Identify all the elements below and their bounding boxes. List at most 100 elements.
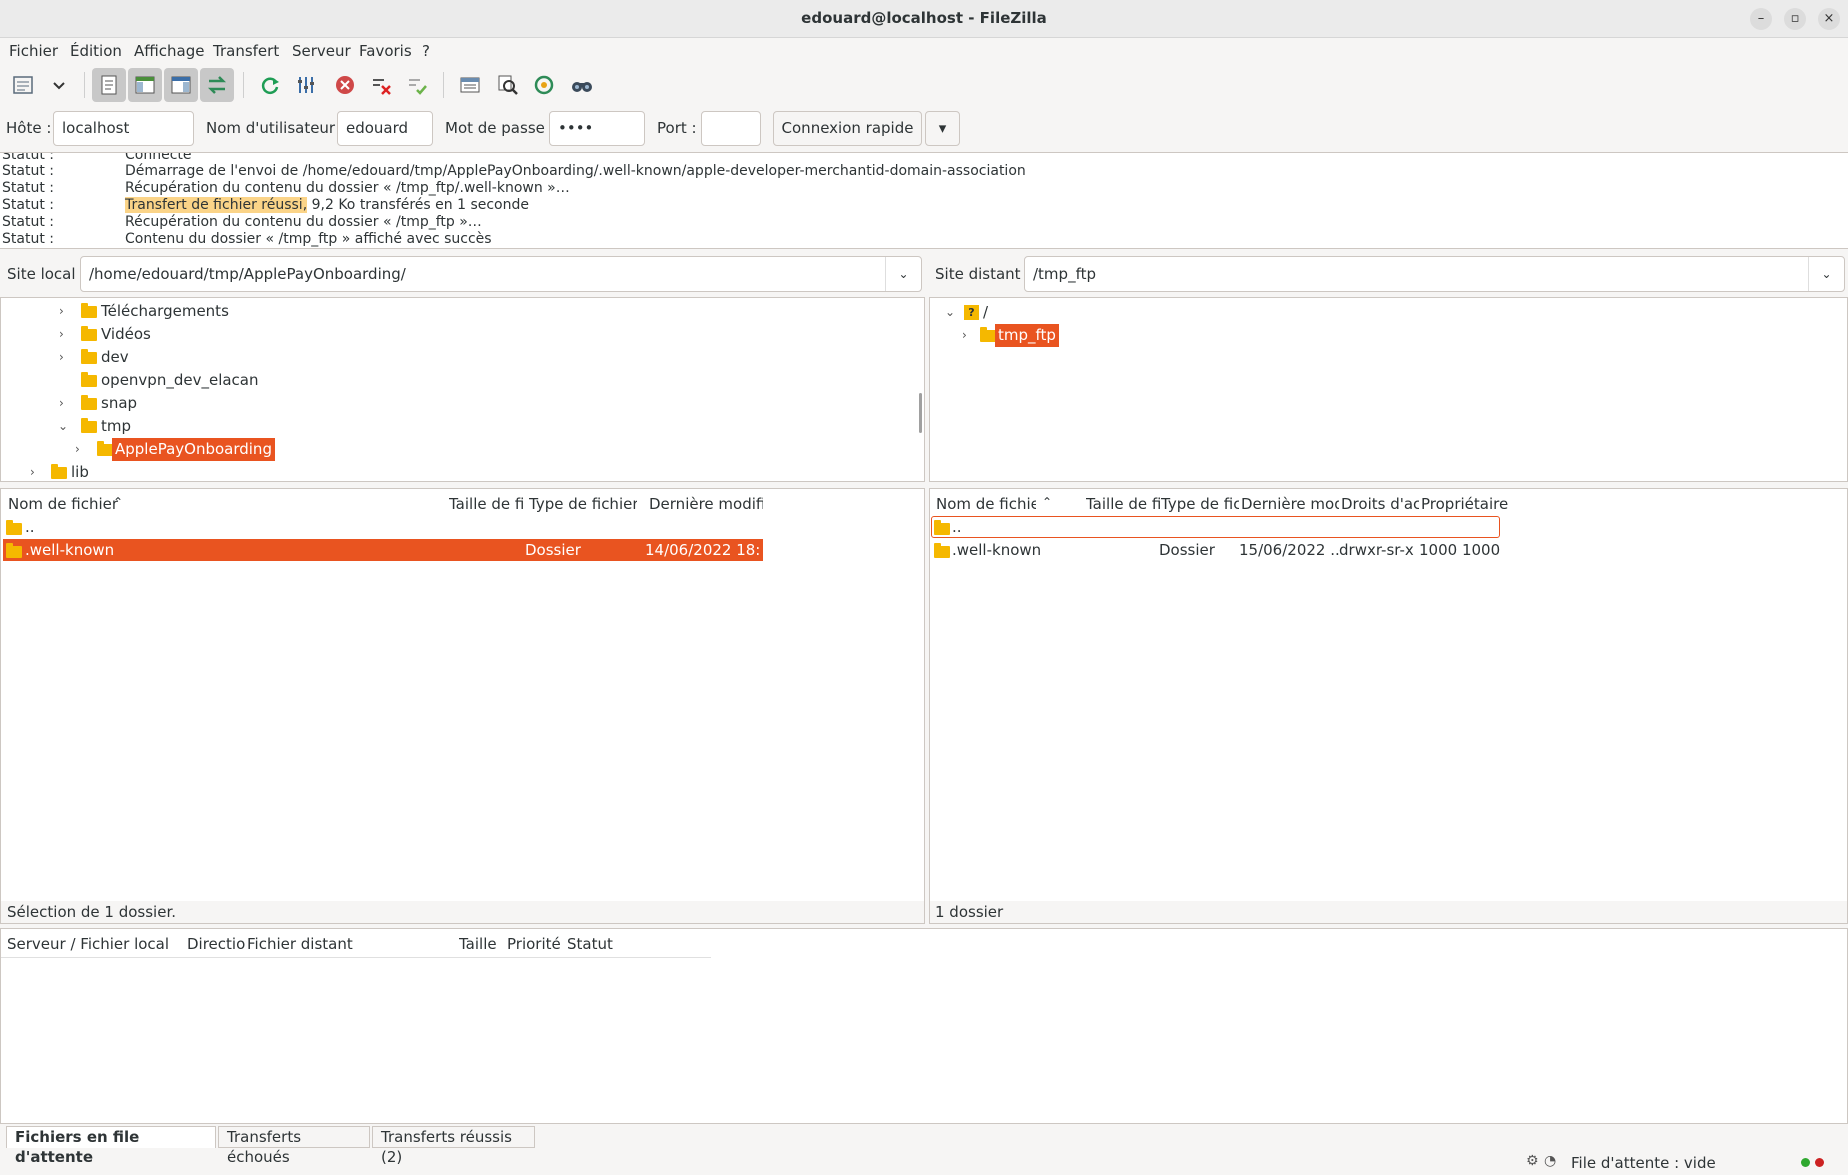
toggle-queue-icon[interactable]	[200, 68, 234, 102]
message-log[interactable]: Statut : Connecté Statut : Démarrage de l'…	[0, 152, 1848, 249]
folder-icon	[81, 349, 97, 364]
chevron-right-icon[interactable]: ›	[59, 300, 64, 323]
menu-affichage[interactable]: Affichage	[134, 42, 204, 60]
find-files-icon[interactable]	[565, 68, 599, 102]
col-priority[interactable]: Priorité	[507, 931, 561, 957]
chevron-right-icon[interactable]: ›	[59, 392, 64, 415]
col-size[interactable]: Taille de fi	[1086, 491, 1160, 517]
transfer-led-green-icon	[1801, 1158, 1810, 1167]
chevron-down-icon: ▾	[938, 119, 947, 137]
speed-limit-icon[interactable]: ◔	[1544, 1153, 1556, 1169]
cancel-icon[interactable]	[328, 68, 362, 102]
col-status[interactable]: Statut	[567, 931, 613, 957]
menu-favoris[interactable]: Favoris	[359, 42, 412, 60]
menu-serveur[interactable]: Serveur	[292, 42, 351, 60]
transfer-led-red-icon	[1815, 1158, 1824, 1167]
sort-ascending-icon: ⌃	[1042, 495, 1053, 509]
host-field[interactable]: localhost	[53, 111, 194, 146]
col-filename[interactable]: Nom de fichier	[8, 491, 128, 517]
menu-transfert[interactable]: Transfert	[213, 42, 279, 60]
maximize-button[interactable]: ▫	[1784, 8, 1806, 30]
search-remote-icon[interactable]	[491, 68, 525, 102]
col-remote-file[interactable]: Fichier distant	[247, 931, 353, 957]
local-path-combo[interactable]: /home/edouard/tmp/ApplePayOnboarding/ ⌄	[80, 256, 922, 292]
table-row[interactable]: .well-known Dossier 15/06/2022 ... drwxr…	[931, 539, 1831, 561]
status-bar: ⚙ ◔ File d'attente : vide	[0, 1150, 1848, 1175]
folder-icon	[81, 372, 97, 387]
sync-browse-icon[interactable]	[527, 68, 561, 102]
chevron-right-icon[interactable]: ›	[30, 461, 35, 481]
col-owner[interactable]: Propriétaire	[1421, 491, 1511, 517]
col-type[interactable]: Type de fich	[1161, 491, 1239, 517]
table-row-focused[interactable]: ..	[931, 516, 1500, 538]
password-label: Mot de passe :	[445, 119, 555, 137]
chevron-right-icon[interactable]: ›	[962, 324, 967, 347]
tree-item[interactable]: openvpn_dev_elacan	[1, 369, 921, 392]
folder-icon	[934, 543, 950, 558]
password-field[interactable]: ••••	[549, 111, 645, 146]
tree-item-selected[interactable]: › tmp_ftp	[930, 324, 1830, 347]
folder-icon	[81, 418, 97, 433]
directory-listing-filters-icon[interactable]	[453, 68, 487, 102]
refresh-icon[interactable]	[253, 68, 287, 102]
menu-bar: Fichier Édition Affichage Transfert Serv…	[0, 38, 1848, 66]
col-direction[interactable]: Directio	[187, 931, 247, 957]
quickconnect-dropdown-button[interactable]: ▾	[925, 111, 960, 146]
transfer-queue[interactable]: Serveur / Fichier local Directio Fichier…	[0, 928, 1848, 1124]
chevron-right-icon[interactable]: ›	[75, 438, 80, 461]
site-manager-dropdown-icon[interactable]	[42, 68, 76, 102]
user-label: Nom d'utilisateur :	[206, 119, 345, 137]
username-field[interactable]: edouard	[337, 111, 433, 146]
disconnect-icon[interactable]	[364, 68, 398, 102]
menu-help[interactable]: ?	[422, 42, 430, 60]
menu-edition[interactable]: Édition	[70, 42, 122, 60]
toggle-remote-tree-icon[interactable]	[164, 68, 198, 102]
port-field[interactable]	[701, 111, 761, 146]
tree-item[interactable]: › snap	[1, 392, 921, 415]
col-permissions[interactable]: Droits d'ac	[1341, 491, 1419, 517]
remote-tree[interactable]: ⌄ ? / › tmp_ftp	[929, 297, 1848, 482]
folder-icon	[97, 441, 113, 456]
local-file-list[interactable]: Nom de fichier ⌃ Taille de fic Type de f…	[0, 488, 925, 924]
toggle-log-icon[interactable]	[92, 68, 126, 102]
tree-item[interactable]: › Téléchargements	[1, 300, 921, 323]
chevron-down-icon[interactable]: ⌄	[1808, 257, 1844, 291]
tree-item-selected[interactable]: › ApplePayOnboarding	[1, 438, 921, 461]
tree-item[interactable]: ⌄ tmp	[1, 415, 921, 438]
quickconnect-button[interactable]: Connexion rapide	[773, 111, 922, 146]
col-modified[interactable]: Dernière modifica	[649, 491, 763, 517]
chevron-down-icon[interactable]: ⌄	[885, 257, 921, 291]
scrollbar[interactable]	[919, 393, 922, 433]
tree-item[interactable]: › lib	[1, 461, 921, 481]
col-server-local-file[interactable]: Serveur / Fichier local	[7, 931, 169, 957]
toggle-local-tree-icon[interactable]	[128, 68, 162, 102]
local-site-label: Site local :	[7, 265, 86, 283]
chevron-right-icon[interactable]: ›	[59, 346, 64, 369]
col-size[interactable]: Taille	[459, 931, 497, 957]
reconnect-icon[interactable]	[400, 68, 434, 102]
tab-failed-transfers[interactable]: Transferts échoués	[218, 1126, 370, 1166]
menu-fichier[interactable]: Fichier	[9, 42, 58, 60]
chevron-right-icon[interactable]: ›	[59, 323, 64, 346]
chevron-down-icon[interactable]: ⌄	[58, 415, 68, 438]
close-button[interactable]: ×	[1818, 8, 1840, 30]
col-size[interactable]: Taille de fic	[449, 491, 525, 517]
tree-item[interactable]: › Vidéos	[1, 323, 921, 346]
process-queue-icon[interactable]	[289, 68, 323, 102]
tree-item[interactable]: ⌄ ? /	[930, 301, 1830, 324]
table-row-selected[interactable]: .well-known Dossier 14/06/2022 18:...	[3, 539, 763, 561]
table-row[interactable]: ..	[3, 516, 763, 538]
tab-queued-files[interactable]: Fichiers en file d'attente	[6, 1126, 216, 1166]
minimize-button[interactable]: –	[1750, 8, 1772, 30]
tree-item[interactable]: › dev	[1, 346, 921, 369]
local-tree[interactable]: › Téléchargements › Vidéos › dev openvpn…	[0, 297, 925, 482]
tab-successful-transfers[interactable]: Transferts réussis (2)	[372, 1126, 535, 1166]
col-type[interactable]: Type de fichier	[529, 491, 637, 517]
remote-path-combo[interactable]: /tmp_ftp ⌄	[1024, 256, 1845, 292]
site-manager-icon[interactable]	[6, 68, 40, 102]
col-filename[interactable]: Nom de fichier	[936, 491, 1036, 517]
chevron-down-icon[interactable]: ⌄	[945, 301, 955, 324]
col-modified[interactable]: Dernière modi	[1241, 491, 1339, 517]
remote-file-list[interactable]: Nom de fichier ⌃ Taille de fi Type de fi…	[929, 488, 1848, 924]
log-highlight: Transfert de fichier réussi,	[125, 197, 308, 213]
